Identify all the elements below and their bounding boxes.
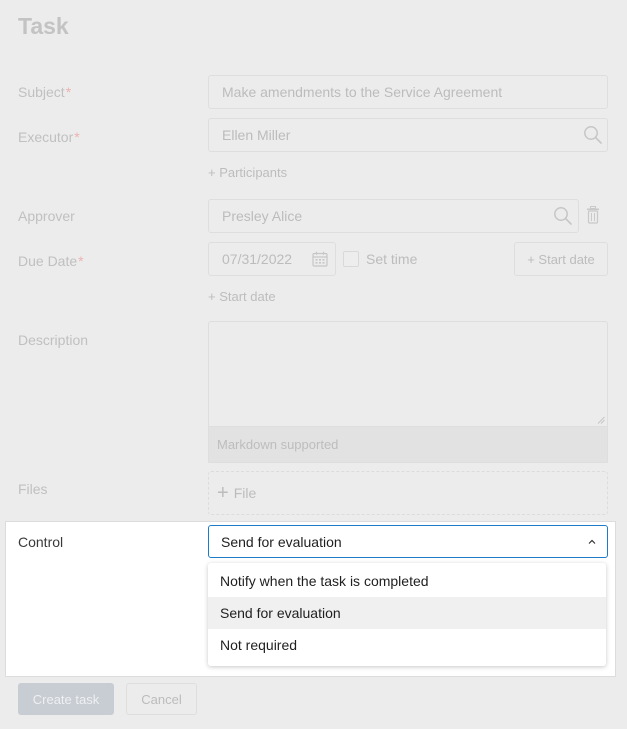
control-label: Control — [18, 534, 64, 550]
approver-field[interactable]: Presley Alice — [208, 199, 579, 233]
description-label: Description — [18, 332, 89, 348]
subject-label: Subject* — [18, 84, 72, 100]
control-option[interactable]: Notify when the task is completed — [208, 565, 606, 597]
description-textarea[interactable] — [208, 321, 608, 427]
markdown-hint: Markdown supported — [208, 427, 608, 463]
start-date-link[interactable]: + Start date — [208, 289, 276, 304]
due-date-value: 07/31/2022 — [222, 251, 293, 267]
control-option[interactable]: Not required — [208, 629, 606, 661]
calendar-icon[interactable] — [312, 251, 328, 267]
control-option[interactable]: Send for evaluation — [208, 597, 606, 629]
chevron-up-icon — [588, 538, 596, 546]
start-date-button[interactable]: + Start date — [514, 242, 608, 276]
executor-field[interactable]: Ellen Miller — [208, 118, 608, 152]
set-time-label: Set time — [366, 251, 418, 267]
approver-value: Presley Alice — [222, 208, 303, 224]
subject-value: Make amendments to the Service Agreement — [222, 84, 503, 100]
add-file-dropzone[interactable]: + File — [208, 471, 608, 515]
create-task-button[interactable]: Create task — [18, 683, 114, 715]
control-dropdown: Notify when the task is completed Send f… — [208, 563, 606, 666]
set-time-checkbox[interactable] — [343, 251, 359, 267]
due-date-label: Due Date* — [18, 253, 84, 269]
page-title: Task — [18, 13, 69, 39]
add-file-label: File — [233, 485, 257, 501]
cancel-button[interactable]: Cancel — [126, 683, 197, 715]
executor-label: Executor* — [18, 129, 80, 145]
control-select[interactable]: Send for evaluation — [208, 525, 608, 558]
executor-value: Ellen Miller — [222, 127, 291, 143]
add-participants-link[interactable]: + Participants — [208, 165, 287, 180]
plus-icon: + — [217, 482, 229, 504]
approver-label: Approver — [18, 208, 75, 224]
files-label: Files — [18, 481, 48, 497]
search-icon[interactable] — [553, 206, 573, 226]
control-selected-value: Send for evaluation — [221, 533, 342, 550]
search-icon[interactable] — [583, 125, 603, 145]
subject-field[interactable]: Make amendments to the Service Agreement — [208, 75, 608, 109]
resize-grip-icon[interactable] — [597, 416, 605, 424]
trash-icon[interactable] — [586, 206, 600, 224]
